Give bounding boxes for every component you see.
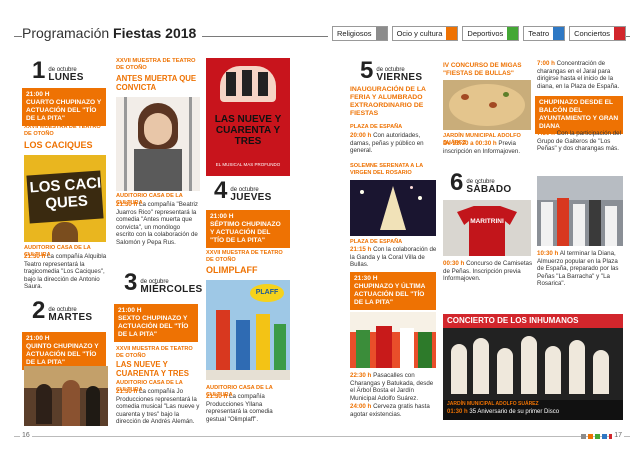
legend-swatch [553, 27, 565, 40]
page-header: Programación Fiestas 2018 Religiosos Oci… [0, 24, 640, 46]
event-desc: 10:30 h Al terminar la Diana, Almuerzo p… [537, 250, 619, 288]
day-lunes: 1 de octubre LUNES [32, 57, 84, 84]
legend-swatch [614, 27, 625, 40]
concierto-block: CONCIERTO DE LOS INHUMANOS JARDÍN MUNICI… [443, 314, 623, 420]
photo-migas [443, 80, 531, 130]
page-title: Programación Fiestas 2018 [22, 25, 203, 41]
event-desc: 7:30 h Con la participación del Grupo de… [537, 130, 621, 153]
photo-inhumanos [443, 328, 623, 400]
event-place: PLAZA DE ESPAÑA [350, 239, 403, 245]
event-desc: 21:30 h La compañía Jo Producciones repr… [116, 388, 200, 426]
poster-nueve-cuarenta: LAS NUEVE Y CUARENTA Y TRES EL MUSICAL M… [206, 58, 290, 176]
day-miercoles: 3 de octubre MIÉRCOLES [124, 269, 203, 296]
event-desc: De 22:30 a 00:30 h Previa inscripción en… [443, 140, 521, 155]
legend-swatch [507, 27, 519, 40]
poster-los-caciques: LOS CACI QUES [24, 155, 106, 242]
event-desc: 21:30 h La compañía "Beatriz Juarros Ric… [116, 201, 199, 246]
event-box-lunes: 21:00 h CUARTO CHUPINAZO Y ACTUACIÓN DEL… [22, 88, 106, 126]
legend-religiosos: Religiosos [331, 26, 388, 41]
event-title: LAS NUEVE Y CUARENTA Y TRES [116, 360, 189, 378]
legend-swatch [446, 27, 458, 40]
photo-martes [24, 366, 108, 426]
title-bold: Fiestas 2018 [113, 25, 197, 41]
event-serenata: SOLEMNE SERENATA A LA VIRGEN DEL ROSARIO [350, 163, 423, 176]
event-desc: 21:30 h La compañía Alquibla Teatro repr… [24, 253, 107, 291]
poster-text: PLAFF [250, 284, 284, 302]
event-desc: 00:30 h Concurso de Camisetas de Peñas. … [443, 260, 533, 283]
photo-actress [116, 97, 200, 191]
photo-pasacalles [350, 312, 436, 368]
legend-ocio: Ocio y cultura [391, 26, 459, 41]
event-box-diana: CHUPINAZO DESDE EL BALCÓN DEL AYUNTAMIEN… [535, 96, 623, 134]
footer-color-dots [581, 434, 614, 439]
event-title: OLIMPLAFF [206, 265, 258, 275]
poster-olimplaff: PLAFF [206, 280, 290, 380]
legend-deportivos: Deportivos [462, 26, 520, 41]
day-sabado: 6 de octubre SÁBADO [450, 169, 512, 196]
event-title: LOS CACIQUES [24, 140, 93, 150]
event-desc: 21:15 h Con la colaboración de la Ganda … [350, 246, 437, 269]
poster-subtitle: EL MUSICAL MAS PROFUNDO [215, 162, 281, 167]
photo-diana [537, 176, 623, 246]
day-viernes: 5 de octubre VIERNES [360, 57, 423, 84]
event-desc: 22:30 h Pasacalles con Charangas y Batuk… [350, 372, 434, 402]
shirt-text: MARITRINI [470, 218, 504, 225]
legend-conciertos: Conciertos [569, 26, 626, 41]
concierto-title: CONCIERTO DE LOS INHUMANOS [443, 314, 623, 328]
day-martes: 2 de octubre MARTES [32, 297, 93, 324]
page-number-left: 16 [20, 432, 32, 439]
event-desc: 01:30 h 35 Aniversario de su primer Disc… [447, 409, 560, 415]
photo-virgen [350, 180, 436, 236]
event-sub: XXVII MUESTRA DE TEATRO DE OTOÑO [116, 58, 196, 71]
event-box-miercoles: 21:00 h SEXTO CHUPINAZO Y ACTUACIÓN DEL … [114, 304, 198, 342]
photo-camiseta: MARITRINI [443, 200, 531, 256]
event-desc: 7:00 h Concentración de charangas en el … [537, 60, 620, 90]
title-prefix: Programación [22, 25, 110, 41]
event-sub: XXVII MUESTRA DE TEATRO DE OTOÑO [206, 250, 283, 263]
poster-text: LAS NUEVE Y CUARENTA Y TRES [214, 114, 282, 147]
event-sub: XXVII MUESTRA DE TEATRO DE OTOÑO [116, 346, 193, 359]
event-sub: XXVII MUESTRA DE TEATRO DE OTOÑO [24, 124, 101, 137]
event-title: ANTES MUERTA QUE CONVICTA [116, 74, 197, 92]
event-place: JARDÍN MUNICIPAL ADOLFO SUÁREZ [447, 401, 539, 407]
event-box-martes: 21:00 h QUINTO CHUPINAZO Y ACTUACIÓN DEL… [22, 332, 106, 370]
footer-rule [14, 436, 630, 437]
page-number-right: 17 [612, 432, 624, 439]
event-place: PLAZA DE ESPAÑA [350, 124, 403, 130]
event-box-viernes: 21:30 h CHUPINAZO Y ÚLTIMA ACTUACIÓN DEL… [350, 272, 436, 310]
event-title: IV CONCURSO DE MIGAS "FIESTAS DE BULLAS" [443, 62, 522, 77]
day-jueves: 4 de octubre JUEVES [214, 177, 272, 204]
event-desc: 20:00 h Con autoridades, damas, peñas y … [350, 132, 424, 155]
event-box-jueves: 21:00 h SÉPTIMO CHUPINAZO Y ACTUACIÓN DE… [206, 210, 290, 248]
category-legend: Religiosos Ocio y cultura Deportivos Tea… [327, 26, 626, 41]
event-title: INAUGURACIÓN DE LA FERIA Y ALUMBRADO EXT… [350, 86, 426, 117]
legend-swatch [375, 27, 387, 40]
poster-text: LOS CACI QUES [29, 174, 102, 213]
event-desc: 24:00 h Cerveza gratis hasta agotar exis… [350, 403, 430, 418]
event-desc: 21:30 h La compañía Producciones Yllana … [206, 393, 273, 423]
legend-teatro: Teatro [523, 26, 566, 41]
